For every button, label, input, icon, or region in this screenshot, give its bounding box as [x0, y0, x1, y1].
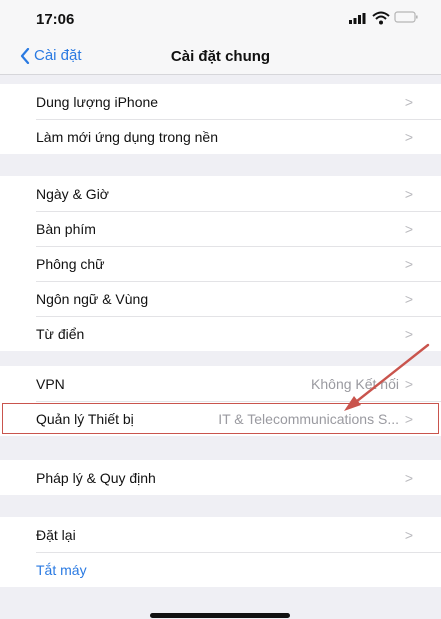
status-icons: [349, 9, 419, 29]
row-reset[interactable]: Đặt lại >: [0, 517, 441, 552]
row-device-management[interactable]: Quản lý Thiết bị IT & Telecommunications…: [0, 401, 441, 436]
chevron-right-icon: >: [404, 128, 413, 145]
row-label: VPN: [36, 375, 65, 392]
row-date-time[interactable]: Ngày & Giờ >: [0, 176, 441, 211]
row-vpn[interactable]: VPN Không Kết nối >: [0, 366, 441, 401]
row-label: Làm mới ứng dụng trong nền: [36, 128, 218, 145]
row-label: Quản lý Thiết bị: [36, 410, 134, 427]
chevron-right-icon: >: [404, 375, 413, 392]
settings-group-reset: Đặt lại > Tắt máy: [0, 517, 441, 587]
battery-icon: [394, 11, 418, 23]
chevron-right-icon: >: [404, 220, 413, 237]
row-label: Pháp lý & Quy định: [36, 469, 156, 486]
status-time: 17:06: [36, 11, 75, 28]
settings-group-network: VPN Không Kết nối > Quản lý Thiết bị IT …: [0, 366, 441, 436]
chevron-right-icon: >: [404, 255, 413, 272]
row-label: Tắt máy: [36, 561, 87, 578]
chevron-right-icon: >: [404, 526, 413, 543]
chevron-right-icon: >: [404, 410, 413, 427]
row-iphone-storage[interactable]: Dung lượng iPhone >: [0, 84, 441, 119]
row-dictionary[interactable]: Từ điển >: [0, 316, 441, 351]
row-label: Ngôn ngữ & Vùng: [36, 290, 149, 307]
row-keyboard[interactable]: Bàn phím >: [0, 211, 441, 246]
settings-group-locale: Ngày & Giờ > Bàn phím > Phông chữ > Ngôn…: [0, 176, 441, 351]
row-shut-down[interactable]: Tắt máy: [0, 552, 441, 587]
row-fonts[interactable]: Phông chữ >: [0, 246, 441, 281]
chevron-right-icon: >: [404, 290, 413, 307]
device-profile-name: IT & Telecommunications S...: [218, 410, 399, 427]
signal-icon: [349, 13, 366, 24]
chevron-right-icon: >: [404, 469, 413, 486]
row-label: Đặt lại: [36, 526, 76, 543]
row-label: Từ điển: [36, 325, 85, 342]
row-label: Dung lượng iPhone: [36, 93, 159, 110]
page-title: Cài đặt chung: [170, 48, 271, 65]
chevron-right-icon: >: [404, 93, 413, 110]
row-label: Ngày & Giờ: [36, 185, 109, 202]
row-label: Bàn phím: [36, 220, 96, 237]
wifi-icon: [372, 11, 390, 25]
home-indicator: [150, 613, 290, 618]
row-legal-regulatory[interactable]: Pháp lý & Quy định >: [0, 460, 441, 495]
row-background-refresh[interactable]: Làm mới ứng dụng trong nền >: [0, 119, 441, 154]
chevron-right-icon: >: [404, 185, 413, 202]
vpn-status: Không Kết nối: [311, 375, 399, 392]
settings-group-legal: Pháp lý & Quy định >: [0, 460, 441, 495]
row-language-region[interactable]: Ngôn ngữ & Vùng >: [0, 281, 441, 316]
chevron-right-icon: >: [404, 325, 413, 342]
settings-group-storage: Dung lượng iPhone > Làm mới ứng dụng tro…: [0, 84, 441, 154]
nav-bar: Cài đặt Cài đặt chung: [0, 38, 441, 75]
row-label: Phông chữ: [36, 255, 105, 272]
status-bar: 17:06: [0, 0, 441, 38]
